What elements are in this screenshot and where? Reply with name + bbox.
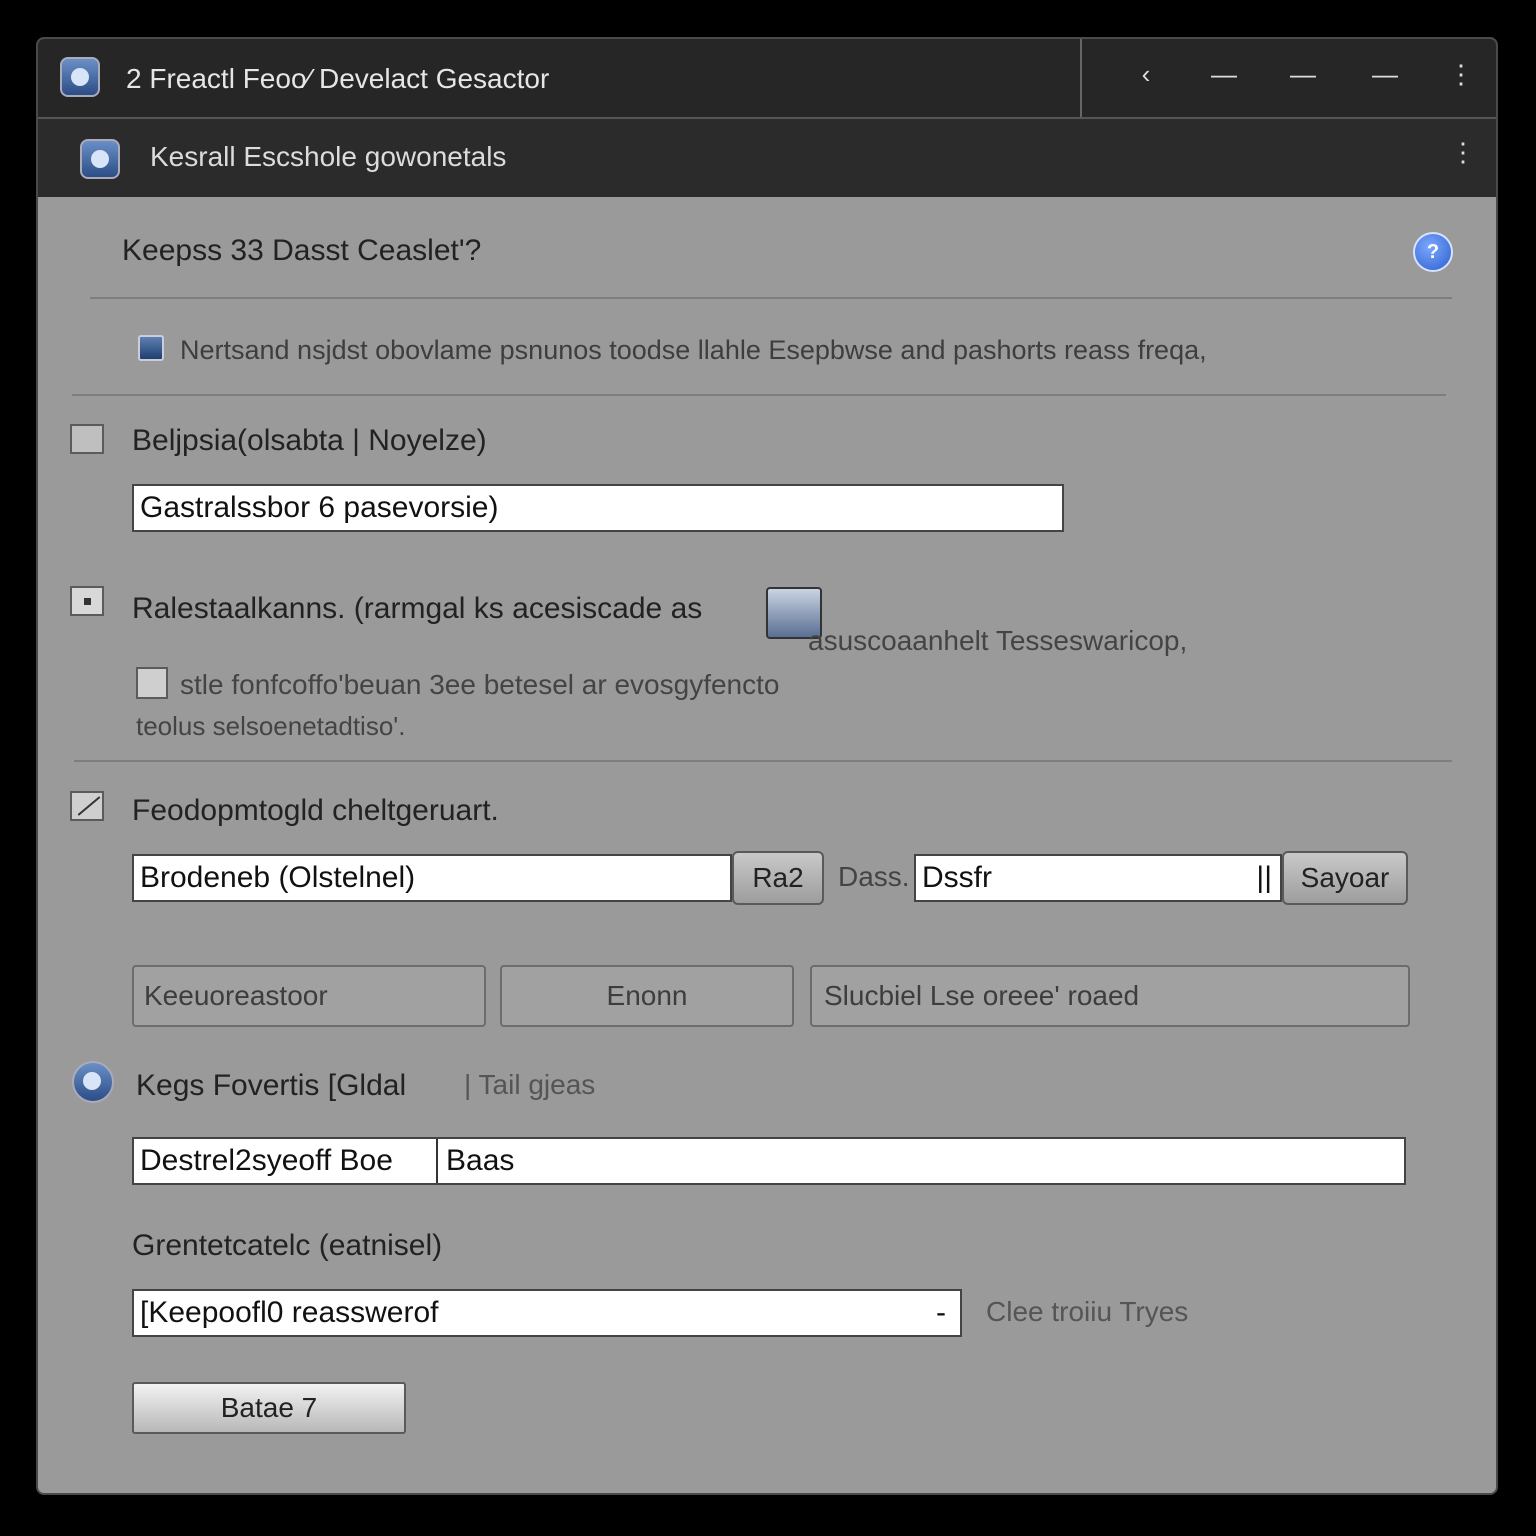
window-title: 2 Freactl Feoo⁄ Develact Gesactor <box>126 63 550 94</box>
app-logo-icon <box>60 57 100 97</box>
app-window: 2 Freactl Feoo⁄ Develact Gesactor ‹ — — … <box>36 37 1498 1495</box>
input-divider <box>436 1139 438 1183</box>
checkbox-slash-icon <box>77 796 101 816</box>
minimize-icon[interactable]: — <box>1365 59 1405 90</box>
shield-logo-icon <box>80 139 120 179</box>
option2-side-text: asuscoaanhelt Tesseswaricop, <box>808 625 1188 656</box>
option4-input-right: Baas <box>446 1144 515 1177</box>
title-bar: 2 Freactl Feoo⁄ Develact Gesactor ‹ — — … <box>38 39 1496 119</box>
app-header: Kesrall Escshole gowonetals ⋮ <box>38 119 1496 197</box>
text-cursor-icon: || <box>1256 861 1272 894</box>
menu-line-icon[interactable]: — <box>1283 59 1323 90</box>
help-icon[interactable]: ? <box>1413 232 1453 272</box>
option5-select[interactable]: [Keepoofl0 reasswerof - <box>132 1289 962 1337</box>
checkbox-dot-icon <box>84 598 91 605</box>
option4-label: Kegs Fovertis [Gldal <box>136 1069 407 1102</box>
option1-label: Beljpsia(olsabta | Noyelze) <box>132 424 487 457</box>
dropdown-icon: - <box>936 1296 946 1329</box>
key-icon <box>72 1061 114 1103</box>
option4-muted-label: | Tail gjeas <box>464 1069 596 1100</box>
info-text: Nertsand nsjdst obovlame psnunos toodse … <box>180 335 1207 365</box>
option1-checkbox[interactable] <box>70 424 104 454</box>
more-icon[interactable]: ⋮ <box>1441 59 1481 90</box>
suboption-text: stle fonfcoffo'beuan 3ee betesel ar evos… <box>180 669 780 700</box>
field-b[interactable]: Enonn <box>500 965 794 1027</box>
option3-button[interactable]: Ra2 <box>732 851 824 905</box>
divider <box>74 760 1452 762</box>
info-icon <box>138 335 164 361</box>
more-icon[interactable]: ⋮ <box>1443 137 1483 168</box>
option3-label: Feodopmtogld cheltgeruart. <box>132 794 499 827</box>
option2-label: Ralestaalkanns. (rarmgal ks acesiscade a… <box>132 592 703 625</box>
back-icon[interactable]: ‹ <box>1126 59 1166 90</box>
menu-line-icon[interactable]: — <box>1204 59 1244 90</box>
option5-side-text: Clee troiiu Tryes <box>986 1296 1189 1327</box>
option4-input-left: Destrel2syeoff Boe <box>140 1144 393 1177</box>
option3-mid-label: Dass. <box>838 861 910 892</box>
save-button[interactable]: Sayoar <box>1282 851 1408 905</box>
field-a[interactable]: Keeuoreastoor <box>132 965 486 1027</box>
divider <box>72 394 1446 396</box>
option5-select-value: [Keepoofl0 reasswerof <box>140 1296 439 1329</box>
option2-checkbox[interactable] <box>70 586 104 616</box>
suboption-checkbox[interactable] <box>136 667 168 699</box>
option3-checkbox[interactable] <box>70 791 104 821</box>
option3-input-2[interactable]: Dssfr || <box>914 854 1282 902</box>
option4-input[interactable]: Destrel2syeoff Boe Baas <box>132 1137 1406 1185</box>
submit-button[interactable]: Batae 7 <box>132 1382 406 1434</box>
title-separator <box>1080 39 1082 117</box>
suboption-text-2: teolus selsoenetadtiso'. <box>136 711 406 741</box>
option3-input[interactable]: Brodeneb (Olstelnel) <box>132 854 732 902</box>
option3-input-2-value: Dssfr <box>922 861 992 894</box>
page-title: Keepss 33 Dasst Ceaslet'? <box>122 234 482 267</box>
option1-input[interactable]: Gastralssbor 6 pasevorsie) <box>132 484 1064 532</box>
field-c[interactable]: Slucbiel Lse oreee' roaed <box>810 965 1410 1027</box>
divider <box>90 297 1452 299</box>
header-title: Kesrall Escshole gowonetals <box>150 141 507 172</box>
option5-label: Grentetcatelc (eatnisel) <box>132 1229 443 1262</box>
